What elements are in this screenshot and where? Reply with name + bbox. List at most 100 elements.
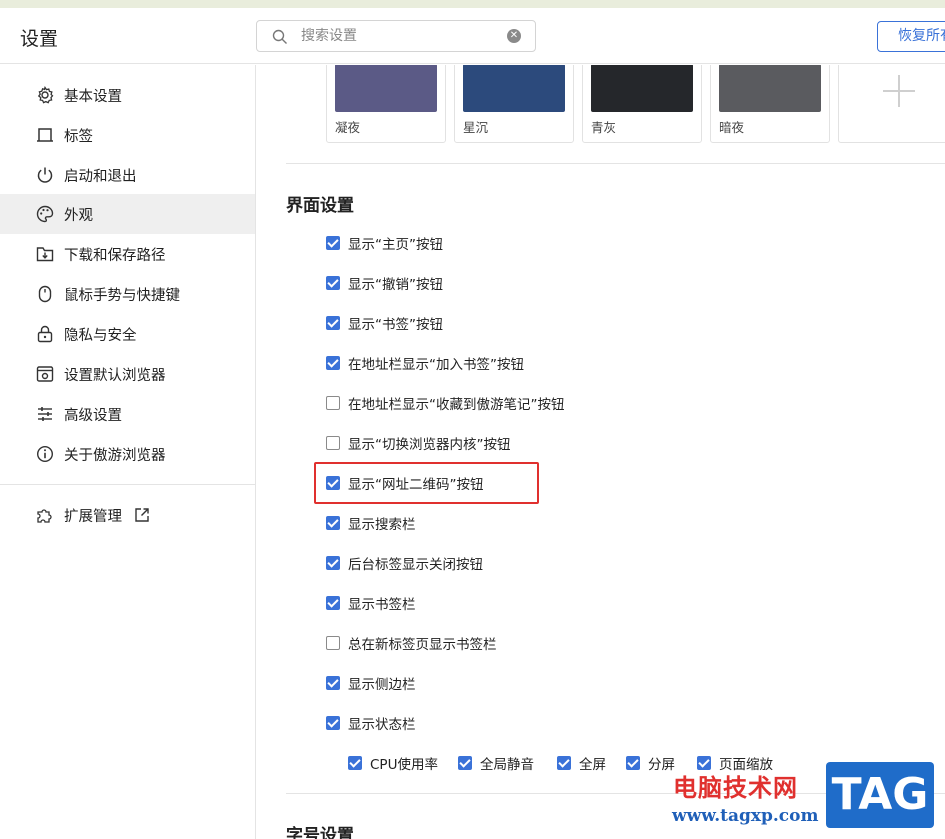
mouse-icon [38, 285, 52, 303]
option-label: 显示书签栏 [348, 597, 416, 613]
lock-icon [37, 325, 53, 343]
watermark: 电脑技术网 www.tagxp.com TAG [668, 762, 945, 839]
sidebar-item-label: 鼠标手势与快捷键 [64, 288, 180, 304]
theme-name: 青灰 [591, 120, 617, 135]
settings-main: 凝夜 星沉 青灰 暗夜 界面设置 显示“主页”按钮 显示“撤销”按钮 显示“书签… [257, 65, 945, 839]
sidebar-item-label: 高级设置 [64, 408, 122, 424]
status-option-fullscreen[interactable]: 全屏 [557, 753, 606, 773]
checkbox[interactable] [626, 756, 640, 770]
window-top-strip [0, 0, 945, 8]
search-box[interactable]: ✕ [256, 20, 536, 52]
checkbox[interactable] [326, 556, 340, 570]
option-switch-engine[interactable]: 显示“切换浏览器内核”按钮 [326, 433, 511, 453]
sidebar-item-privacy[interactable]: 隐私与安全 [0, 314, 255, 354]
option-label: 在地址栏显示“加入书签”按钮 [348, 357, 524, 373]
option-show-status-bar[interactable]: 显示状态栏 [326, 713, 416, 733]
checkbox[interactable] [326, 676, 340, 690]
theme-card[interactable]: 暗夜 [710, 65, 830, 143]
page-title: 设置 [20, 28, 59, 50]
option-label: 全局静音 [480, 757, 534, 773]
checkbox[interactable] [326, 356, 340, 370]
settings-sidebar: 基本设置 标签 启动和退出 外观 下载和保存路径 鼠标手势与快捷键 隐私与安全 … [0, 65, 256, 839]
option-label: 显示搜索栏 [348, 517, 416, 533]
sidebar-item-startup[interactable]: 启动和退出 [0, 155, 255, 195]
sidebar-item-gestures[interactable]: 鼠标手势与快捷键 [0, 274, 255, 314]
theme-card[interactable]: 星沉 [454, 65, 574, 143]
option-show-search-bar[interactable]: 显示搜索栏 [326, 513, 416, 533]
option-show-bookmark-button[interactable]: 显示“书签”按钮 [326, 313, 443, 333]
settings-header: 设置 ✕ 恢复所有 [0, 8, 945, 64]
sidebar-item-about[interactable]: 关于傲游浏览器 [0, 434, 255, 474]
status-option-cpu[interactable]: CPU使用率 [348, 753, 438, 773]
sidebar-item-label: 隐私与安全 [64, 328, 137, 344]
option-label: 显示“书签”按钮 [348, 317, 443, 333]
option-show-undo-button[interactable]: 显示“撤销”按钮 [326, 273, 443, 293]
sidebar-item-default-browser[interactable]: 设置默认浏览器 [0, 354, 255, 394]
option-show-home-button[interactable]: 显示“主页”按钮 [326, 233, 443, 253]
highlight-annotation-box [314, 462, 539, 504]
sidebar-item-appearance[interactable]: 外观 [0, 194, 255, 234]
theme-card[interactable]: 青灰 [582, 65, 702, 143]
option-bg-tab-close[interactable]: 后台标签显示关闭按钮 [326, 553, 483, 573]
checkbox[interactable] [326, 596, 340, 610]
option-address-save-note[interactable]: 在地址栏显示“收藏到傲游笔记”按钮 [326, 393, 565, 413]
restore-defaults-button[interactable]: 恢复所有 [877, 21, 945, 52]
option-label: 全屏 [579, 757, 606, 773]
sidebar-item-label: 基本设置 [64, 89, 122, 105]
sidebar-item-basic[interactable]: 基本设置 [0, 75, 255, 115]
checkbox[interactable] [326, 516, 340, 530]
checkbox[interactable] [458, 756, 472, 770]
search-input[interactable] [301, 26, 501, 46]
checkbox[interactable] [326, 276, 340, 290]
sidebar-item-advanced[interactable]: 高级设置 [0, 394, 255, 434]
sidebar-item-label: 设置默认浏览器 [64, 368, 166, 384]
theme-swatch [463, 65, 565, 112]
add-theme-button[interactable] [838, 65, 945, 143]
sidebar-item-downloads[interactable]: 下载和保存路径 [0, 234, 255, 274]
interface-section-title: 界面设置 [286, 196, 354, 216]
option-show-bookmark-bar[interactable]: 显示书签栏 [326, 593, 416, 613]
section-divider [286, 163, 945, 164]
theme-swatch [591, 65, 693, 112]
tab-icon [37, 128, 53, 142]
theme-card[interactable]: 凝夜 [326, 65, 446, 143]
external-link-icon [135, 508, 149, 522]
checkbox[interactable] [326, 236, 340, 250]
checkbox[interactable] [326, 316, 340, 330]
option-label: 显示状态栏 [348, 717, 416, 733]
checkbox[interactable] [348, 756, 362, 770]
watermark-url: www.tagxp.com [672, 806, 819, 826]
sidebar-item-extensions[interactable]: 扩展管理 [0, 495, 255, 535]
sidebar-divider [0, 484, 255, 485]
watermark-logo: TAG [826, 762, 934, 828]
option-label: 后台标签显示关闭按钮 [348, 557, 483, 573]
checkbox[interactable] [326, 396, 340, 410]
sidebar-item-tabs[interactable]: 标签 [0, 115, 255, 155]
checkbox[interactable] [326, 436, 340, 450]
option-label: 显示“主页”按钮 [348, 237, 443, 253]
checkbox[interactable] [326, 716, 340, 730]
font-section-title: 字号设置 [286, 826, 354, 839]
theme-name: 暗夜 [719, 120, 745, 135]
power-icon [37, 167, 53, 183]
option-label: 显示“切换浏览器内核”按钮 [348, 437, 511, 453]
puzzle-icon [37, 509, 52, 523]
option-show-sidebar[interactable]: 显示侧边栏 [326, 673, 416, 693]
clear-search-icon[interactable]: ✕ [507, 29, 521, 43]
info-icon [36, 445, 54, 463]
plus-icon [883, 75, 915, 107]
option-label: 显示侧边栏 [348, 677, 416, 693]
sidebar-item-label: 下载和保存路径 [64, 248, 166, 264]
theme-name: 凝夜 [335, 120, 361, 135]
option-label: 总在新标签页显示书签栏 [348, 637, 497, 653]
sidebar-item-label: 扩展管理 [64, 509, 122, 525]
checkbox[interactable] [557, 756, 571, 770]
checkbox[interactable] [326, 636, 340, 650]
option-newtab-bookmark-bar[interactable]: 总在新标签页显示书签栏 [326, 633, 497, 653]
theme-swatch [719, 65, 821, 112]
status-option-mute[interactable]: 全局静音 [458, 753, 534, 773]
search-icon [272, 29, 287, 44]
gear-icon [37, 86, 54, 104]
option-address-add-bookmark[interactable]: 在地址栏显示“加入书签”按钮 [326, 353, 524, 373]
browser-icon [36, 366, 54, 382]
